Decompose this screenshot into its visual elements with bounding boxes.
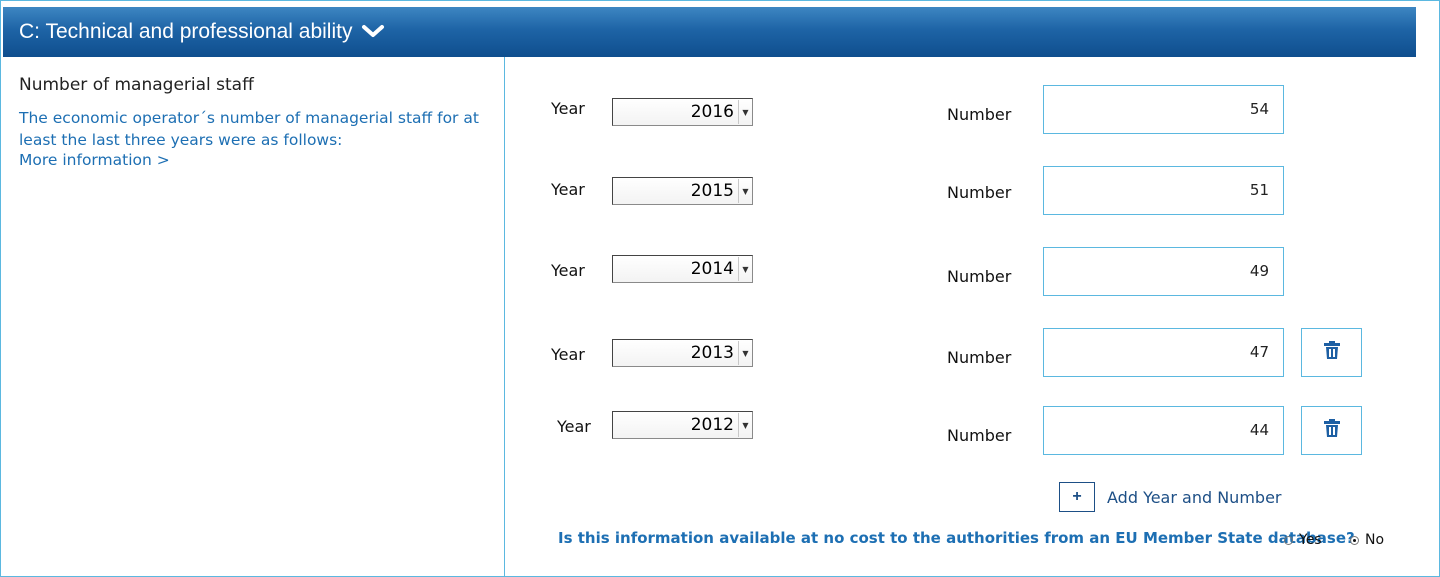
criterion-description: The economic operator´s number of manage…: [19, 109, 479, 149]
year-label: Year: [551, 261, 585, 280]
trash-icon: [1322, 340, 1342, 365]
form-panel: C: Technical and professional ability Nu…: [0, 0, 1440, 577]
add-year-and-number[interactable]: + Add Year and Number: [1059, 482, 1281, 512]
dropdown-arrow-icon[interactable]: ▼: [738, 341, 752, 365]
number-input[interactable]: 49: [1043, 247, 1284, 296]
year-select-value: 2016: [690, 102, 734, 122]
more-information-link[interactable]: More information >: [19, 151, 170, 169]
number-label: Number: [947, 426, 1012, 445]
radio-no[interactable]: No: [1350, 532, 1384, 548]
year-label: Year: [557, 417, 591, 436]
year-select[interactable]: 2016 ▼: [612, 98, 753, 126]
trash-icon: [1322, 418, 1342, 443]
radio-yes-indicator[interactable]: [1284, 535, 1293, 545]
number-input[interactable]: 54: [1043, 85, 1284, 134]
criterion-info: Number of managerial staff The economic …: [3, 57, 505, 576]
number-input[interactable]: 51: [1043, 166, 1284, 215]
delete-row-button[interactable]: [1301, 328, 1362, 377]
number-label: Number: [947, 105, 1012, 124]
year-select[interactable]: 2015 ▼: [612, 177, 753, 205]
year-label: Year: [551, 180, 585, 199]
criterion-title: Number of managerial staff: [19, 75, 254, 95]
year-number-row: Year 2012 ▼ Number 44: [1, 1, 1440, 455]
delete-row-button[interactable]: [1301, 406, 1362, 455]
number-input[interactable]: 44: [1043, 406, 1284, 455]
year-label: Year: [551, 345, 585, 364]
dropdown-arrow-icon[interactable]: ▼: [738, 179, 752, 203]
database-question: Is this information available at no cost…: [558, 529, 1355, 547]
dropdown-arrow-icon[interactable]: ▼: [738, 413, 752, 437]
year-select-value: 2013: [690, 343, 734, 363]
year-select-value: 2015: [690, 181, 734, 201]
number-label: Number: [947, 348, 1012, 367]
year-select[interactable]: 2014 ▼: [612, 255, 753, 283]
dropdown-arrow-icon[interactable]: ▼: [738, 100, 752, 124]
number-label: Number: [947, 267, 1012, 286]
year-select-value: 2012: [690, 415, 734, 435]
radio-yes-label: Yes: [1299, 532, 1322, 548]
year-select-value: 2014: [690, 259, 734, 279]
year-select[interactable]: 2013 ▼: [612, 339, 753, 367]
plus-icon[interactable]: +: [1059, 482, 1095, 512]
radio-no-label: No: [1365, 532, 1385, 548]
add-year-and-number-label[interactable]: Add Year and Number: [1107, 488, 1281, 507]
dropdown-arrow-icon[interactable]: ▼: [738, 257, 752, 281]
radio-yes[interactable]: Yes: [1284, 532, 1322, 548]
year-select[interactable]: 2012 ▼: [612, 411, 753, 439]
number-label: Number: [947, 183, 1012, 202]
radio-no-indicator[interactable]: [1350, 535, 1359, 545]
number-input[interactable]: 47: [1043, 328, 1284, 377]
year-label: Year: [551, 99, 585, 118]
